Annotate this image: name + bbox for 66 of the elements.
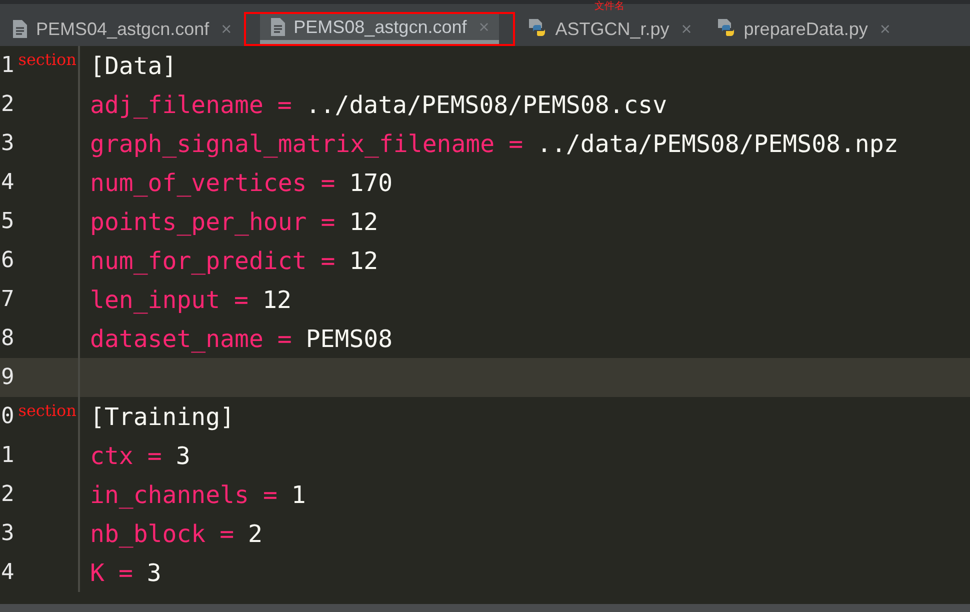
config-key: num_of_vertices <box>90 164 307 200</box>
equals-sign: = <box>262 480 278 510</box>
config-value: 1 <box>291 480 306 510</box>
horizontal-scrollbar[interactable] <box>0 604 970 612</box>
equals-sign: = <box>277 324 292 354</box>
config-key: ctx <box>90 438 134 474</box>
equals-sign: = <box>320 168 336 198</box>
config-value: ../data/PEMS08/PEMS08.npz <box>537 128 898 160</box>
config-key: in_channels <box>90 476 249 512</box>
config-value: 170 <box>349 168 393 198</box>
config-key: K <box>90 554 104 590</box>
section-header: [Data] <box>90 50 177 82</box>
line-number: 1 <box>0 442 14 470</box>
equals-sign: = <box>320 206 336 238</box>
handwritten-note: 文件名 <box>594 2 625 12</box>
line-number: 4 <box>0 169 14 197</box>
editor-tab[interactable]: ASTGCN_r.py × <box>517 14 702 44</box>
config-value: 12 <box>349 206 378 238</box>
line-number: 9 <box>0 364 14 392</box>
line-number: 6 <box>0 247 14 275</box>
section-header: [Training] <box>90 402 234 432</box>
line-number: 7 <box>0 286 14 314</box>
equals-sign: = <box>508 128 524 160</box>
config-key: points_per_hour <box>90 204 307 240</box>
equals-sign: = <box>320 246 336 276</box>
close-button[interactable]: × <box>681 16 692 42</box>
close-button[interactable]: × <box>221 16 232 42</box>
config-key: len_input <box>90 282 220 318</box>
line-number: 5 <box>0 208 14 236</box>
line-number: 2 <box>0 481 14 509</box>
line-number: 4 <box>0 559 14 587</box>
equals-sign: = <box>220 518 234 550</box>
document-icon <box>12 19 28 39</box>
line-number: 1 <box>0 52 14 80</box>
annotation-label: section <box>18 400 76 422</box>
config-key: adj_filename <box>90 86 264 122</box>
config-key: dataset_name <box>90 320 264 356</box>
config-key: nb_block <box>90 516 206 552</box>
equals-sign: = <box>118 558 133 588</box>
config-value: 3 <box>176 440 190 472</box>
config-value: PEMS08 <box>306 324 393 354</box>
equals-sign: = <box>277 90 292 120</box>
tab-label: PEMS08_astgcn.conf <box>294 16 467 39</box>
line-number: 0 <box>0 403 14 431</box>
line-number: 2 <box>0 91 14 119</box>
editor-tab[interactable]: PEMS08_astgcn.conf × <box>260 14 500 44</box>
config-value: 12 <box>262 284 292 316</box>
editor-tab[interactable]: prepareData.py × <box>706 14 900 44</box>
line-number: 3 <box>0 130 14 158</box>
config-key: graph_signal_matrix_filename <box>90 126 495 162</box>
line-number: 3 <box>0 520 14 548</box>
config-value: 3 <box>146 558 162 588</box>
config-value: 2 <box>248 518 262 550</box>
config-value: ../data/PEMS08/PEMS08.csv <box>306 90 668 120</box>
tab-label: prepareData.py <box>744 18 868 41</box>
equals-sign: = <box>147 440 162 472</box>
line-number: 8 <box>0 325 14 353</box>
close-button[interactable]: × <box>880 16 890 42</box>
editor-tab[interactable]: PEMS04_astgcn.conf × <box>2 14 242 44</box>
annotation-label: section <box>18 49 76 71</box>
document-icon <box>270 17 286 37</box>
config-key: num_for_predict <box>90 242 307 278</box>
tab-label: ASTGCN_r.py <box>555 18 670 41</box>
equals-sign: = <box>234 284 248 316</box>
tab-label: PEMS04_astgcn.conf <box>36 18 210 41</box>
config-value: 12 <box>349 246 378 276</box>
